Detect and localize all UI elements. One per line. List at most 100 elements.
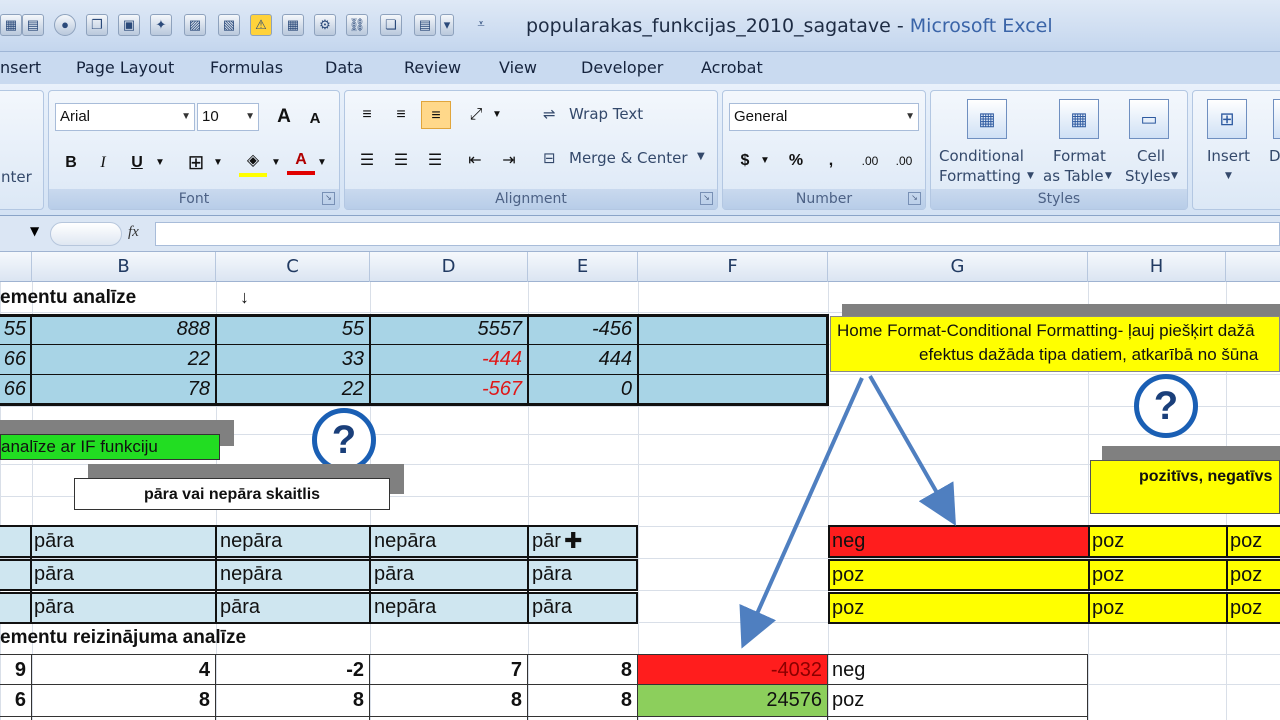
link-icon[interactable]: ⛓ bbox=[346, 14, 368, 36]
font-size-select[interactable]: 10 ▼ bbox=[197, 103, 259, 131]
align-center-icon[interactable]: ☰ bbox=[387, 147, 415, 175]
insert-function-button[interactable]: fx bbox=[128, 224, 139, 241]
currency-button[interactable]: $ bbox=[733, 147, 757, 175]
borders-icon[interactable]: ⊞ bbox=[183, 149, 209, 177]
column-header-d[interactable]: D bbox=[370, 252, 528, 282]
increase-decimal-button[interactable]: .00 bbox=[855, 147, 885, 175]
dropdown-icon[interactable]: ▾ bbox=[440, 14, 454, 36]
column-header-f[interactable]: F bbox=[638, 252, 828, 282]
chevron-down-icon[interactable]: ▼ bbox=[697, 151, 705, 162]
decrease-decimal-button[interactable]: .00 bbox=[889, 147, 919, 175]
chevron-down-icon[interactable]: ▼ bbox=[1225, 171, 1232, 181]
decrease-indent-icon[interactable]: ⇤ bbox=[461, 147, 489, 175]
formula-bar-expander[interactable] bbox=[50, 222, 122, 246]
app-name: Microsoft Excel bbox=[909, 15, 1053, 37]
cell-styles-label-1[interactable]: Cell bbox=[1137, 147, 1165, 165]
open-icon[interactable]: ● bbox=[54, 14, 76, 36]
name-box-dropdown-icon[interactable]: ▼ bbox=[30, 224, 39, 238]
merge-center-tail[interactable]: nter bbox=[1, 168, 32, 186]
macro-icon[interactable]: ⚙ bbox=[314, 14, 336, 36]
increase-indent-icon[interactable]: ⇥ bbox=[495, 147, 523, 175]
picture-icon[interactable]: ▨ bbox=[184, 14, 206, 36]
clipboard-icon[interactable]: ❏ bbox=[380, 14, 402, 36]
italic-button[interactable]: I bbox=[91, 149, 115, 177]
font-color-button[interactable]: A bbox=[287, 147, 315, 175]
chevron-down-icon: ▼ bbox=[245, 111, 255, 122]
conditional-formatting-label-2[interactable]: Formatting bbox=[939, 167, 1021, 185]
cell-styles-label-2[interactable]: Styles bbox=[1125, 167, 1171, 185]
column-header-b[interactable]: B bbox=[32, 252, 216, 282]
column-header-g[interactable]: G bbox=[828, 252, 1088, 282]
chevron-down-icon[interactable]: ▼ bbox=[759, 147, 771, 175]
tab-developer[interactable]: Developer bbox=[581, 58, 663, 77]
worksheet-grid[interactable]: ementu analīze ↓ 55 888 55 5557 -456 66 … bbox=[0, 282, 1280, 720]
format-as-table-icon[interactable]: ▦ bbox=[1059, 99, 1099, 139]
dialog-launcher-icon[interactable]: ↘ bbox=[322, 192, 335, 205]
column-header-c[interactable]: C bbox=[216, 252, 370, 282]
bold-button[interactable]: B bbox=[59, 149, 83, 177]
tab-view[interactable]: View bbox=[499, 58, 537, 77]
new-icon[interactable]: ▤ bbox=[22, 14, 44, 36]
number-group-label: Number bbox=[723, 189, 925, 209]
chevron-down-icon[interactable]: ▼ bbox=[1027, 171, 1034, 181]
tab-acrobat[interactable]: Acrobat bbox=[701, 58, 763, 77]
conditional-formatting-icon[interactable]: ▦ bbox=[967, 99, 1007, 139]
column-header-h[interactable]: H bbox=[1088, 252, 1226, 282]
tab-page-layout[interactable]: Page Layout bbox=[76, 58, 174, 77]
align-middle-icon[interactable]: ≡ bbox=[387, 101, 415, 129]
delete-button[interactable]: D bbox=[1269, 147, 1280, 165]
format-as-table-label-2[interactable]: as Table bbox=[1043, 167, 1104, 185]
font-group: Arial ▼ 10 ▼ A A B I U ▼ ⊞ ▼ ◈ ▼ A ▼ Font … bbox=[48, 90, 340, 210]
format-as-table-label-1[interactable]: Format bbox=[1053, 147, 1106, 165]
formula-bar: ▼ fx bbox=[0, 216, 1280, 252]
fill-color-icon[interactable]: ◈ bbox=[239, 149, 267, 177]
cell-styles-icon[interactable]: ▭ bbox=[1129, 99, 1169, 139]
font-name-select[interactable]: Arial ▼ bbox=[55, 103, 195, 131]
chevron-down-icon[interactable]: ▼ bbox=[1105, 171, 1112, 181]
tab-insert[interactable]: nsert bbox=[0, 58, 41, 77]
delete-cells-icon[interactable]: ⊟ bbox=[1273, 99, 1280, 139]
column-header-e[interactable]: E bbox=[528, 252, 638, 282]
chevron-down-icon[interactable]: ▼ bbox=[1171, 171, 1178, 181]
dialog-launcher-icon[interactable]: ↘ bbox=[908, 192, 921, 205]
align-bottom-icon[interactable]: ≡ bbox=[421, 101, 451, 129]
font-name-value: Arial bbox=[60, 108, 91, 125]
orientation-icon[interactable]: ⤢ bbox=[461, 101, 491, 129]
chevron-down-icon[interactable]: ▼ bbox=[491, 101, 503, 129]
percent-button[interactable]: % bbox=[783, 147, 809, 175]
grow-font-button[interactable]: A bbox=[269, 103, 299, 131]
save-icon[interactable]: ▣ bbox=[118, 14, 140, 36]
wrap-text-button[interactable]: Wrap Text bbox=[569, 105, 643, 123]
column-header-a[interactable] bbox=[0, 252, 32, 282]
align-right-icon[interactable]: ☰ bbox=[421, 147, 449, 175]
image-icon[interactable]: ▧ bbox=[218, 14, 240, 36]
insert-button[interactable]: Insert bbox=[1207, 147, 1250, 165]
insert-cells-icon[interactable]: ⊞ bbox=[1207, 99, 1247, 139]
tab-data[interactable]: Data bbox=[325, 58, 363, 77]
conditional-formatting-label-1[interactable]: Conditional bbox=[939, 147, 1024, 165]
warning-icon[interactable]: ⚠ bbox=[250, 14, 272, 36]
underline-button[interactable]: U bbox=[125, 149, 149, 177]
comma-button[interactable]: , bbox=[819, 147, 843, 175]
align-left-icon[interactable]: ☰ bbox=[353, 147, 381, 175]
tab-review[interactable]: Review bbox=[404, 58, 461, 77]
formula-input[interactable] bbox=[155, 222, 1280, 246]
tab-formulas[interactable]: Formulas bbox=[210, 58, 283, 77]
shrink-font-button[interactable]: A bbox=[301, 105, 329, 133]
number-group: General ▼ $ ▼ % , .00 .00 Number ↘ bbox=[722, 90, 926, 210]
number-format-select[interactable]: General ▼ bbox=[729, 103, 919, 131]
chevron-down-icon[interactable]: ▼ bbox=[211, 149, 225, 177]
chevron-down-icon[interactable]: ▼ bbox=[153, 149, 167, 177]
customize-icon[interactable]: ⩡ bbox=[474, 14, 488, 36]
merge-center-button[interactable]: Merge & Center bbox=[569, 149, 688, 167]
chevron-down-icon[interactable]: ▼ bbox=[315, 149, 329, 177]
excel-logo-icon[interactable]: ▦ bbox=[0, 14, 22, 36]
chevron-down-icon[interactable]: ▼ bbox=[269, 149, 283, 177]
chart-icon[interactable]: ✦ bbox=[150, 14, 172, 36]
align-top-icon[interactable]: ≡ bbox=[353, 101, 381, 129]
column-header-i[interactable] bbox=[1226, 252, 1280, 282]
table-icon[interactable]: ▦ bbox=[282, 14, 304, 36]
document-icon[interactable]: ▤ bbox=[414, 14, 436, 36]
copy-icon[interactable]: ❐ bbox=[86, 14, 108, 36]
dialog-launcher-icon[interactable]: ↘ bbox=[700, 192, 713, 205]
